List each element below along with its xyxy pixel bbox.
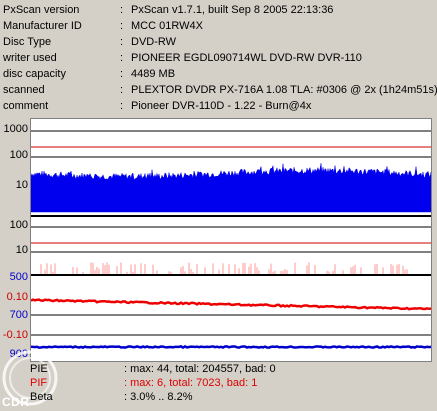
axis-labels: 1000 100 10 100 10 500 0.10 700 -0.10 90… [0,118,30,362]
info-colon: : [120,20,124,32]
info-value: Pioneer DVR-110D - 1.22 - Burn@4x [131,100,312,112]
info-row-manufacturer: Manufacturer ID : MCC 01RW4X [0,18,437,34]
info-row-version: PxScan version : PxScan v1.7.1, built Se… [0,2,437,18]
info-key: Disc Type [3,36,52,48]
info-value: DVD-RW [131,36,177,48]
info-colon: : [120,68,124,80]
info-value: PxScan v1.7.1, built Sep 8 2005 22:13:36 [131,4,334,16]
beta-tick-pos: 0.10 [6,291,28,303]
info-row-comment: comment : Pioneer DVR-110D - 1.22 - Burn… [0,98,437,114]
legend-beta: Beta : 3.0% .. 8.2% [0,390,437,404]
pie-error-area [30,163,432,213]
pie-tick-100: 100 [9,149,28,161]
pif-tick-10: 10 [15,244,28,256]
info-row-writer: writer used : PIONEER EGDL090714WL DVD-R… [0,50,437,66]
info-colon: : [120,36,124,48]
info-colon: : [120,100,124,112]
info-value: PIONEER EGDL090714WL DVD-RW DVR-110 [131,52,362,64]
info-key: disc capacity [3,68,66,80]
legend: PIE : max: 44, total: 204557, bad: 0 PIF… [0,361,437,408]
info-row-disc-type: Disc Type : DVD-RW [0,34,437,50]
info-row-capacity: disc capacity : 4489 MB [0,66,437,82]
info-value: MCC 01RW4X [131,20,203,32]
legend-beta-value: : 3.0% .. 8.2% [124,391,193,403]
info-colon: : [120,4,124,16]
legend-pie-value: : max: 44, total: 204557, bad: 0 [124,363,276,375]
beta-line [30,298,432,311]
info-key: PxScan version [3,4,80,16]
info-colon: : [120,84,124,96]
pif-tick-100: 100 [9,219,28,231]
info-key: Manufacturer ID [3,20,82,32]
beta-tick-neg: -0.10 [2,329,28,341]
pie-panel [30,130,432,213]
info-value: 4489 MB [131,68,176,80]
legend-pif-label: PIF [30,377,48,389]
beta-jitter-panel [30,298,432,350]
scan-graph [30,118,432,362]
legend-pie: PIE : max: 44, total: 204557, bad: 0 [0,362,437,376]
legend-pif-value: : max: 6, total: 7023, bad: 1 [124,377,258,389]
scan-info-panel: PxScan version : PxScan v1.7.1, built Se… [0,0,437,116]
jitter-line [30,344,432,350]
legend-pie-label: PIE [30,363,48,375]
info-row-scanned: scanned : PLEXTOR DVDR PX-716A 1.08 TLA:… [0,82,437,98]
info-key: scanned [3,84,45,96]
pif-error-bars [40,262,408,274]
jitter-tick-500: 500 [9,271,28,283]
pif-panel [31,226,431,274]
info-key: writer used [3,52,57,64]
legend-beta-label: Beta [30,391,53,403]
info-colon: : [120,52,124,64]
info-key: comment [3,100,49,112]
legend-pif: PIF : max: 6, total: 7023, bad: 1 [0,376,437,390]
scan-graph-svg [30,130,432,350]
jitter-tick-700: 700 [9,309,28,321]
pie-tick-10: 10 [15,179,28,191]
pie-tick-1000: 1000 [3,123,28,135]
info-value: PLEXTOR DVDR PX-716A 1.08 TLA: #0306 @ 2… [131,84,437,96]
